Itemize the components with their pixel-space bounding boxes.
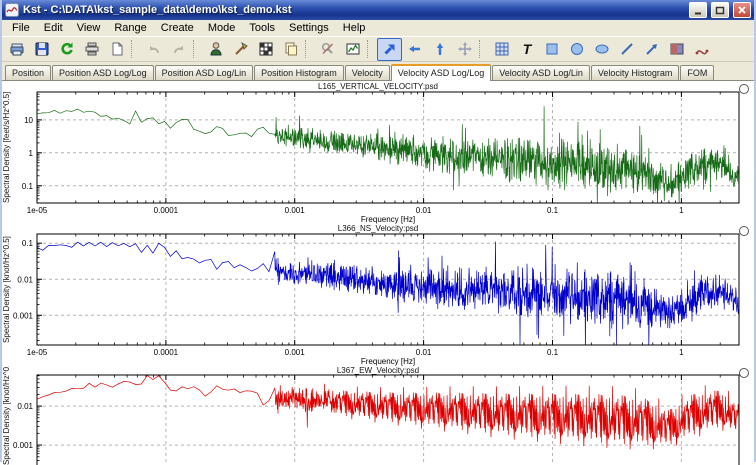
tab-velocity-histogram[interactable]: Velocity Histogram [590,65,680,80]
plot-focus-circle[interactable] [739,84,749,94]
svg-text:0.1: 0.1 [547,206,559,215]
new-document-icon[interactable] [104,38,129,61]
svg-text:1: 1 [29,149,34,158]
menu-item-mode[interactable]: Mode [201,21,243,35]
tab-bar: Position Position ASD Log/Log Position ASD… [2,62,754,81]
title-bar[interactable]: Kst - C:\DATA\kst_sample_data\demo\kst_d… [2,0,754,20]
svg-text:0.001: 0.001 [285,206,306,215]
tab-position[interactable]: Position [5,65,52,80]
plot-panel-2: L367_EW_Velocity:psd Spectral Density [kn… [2,366,754,465]
app-window: Kst - C:\DATA\kst_sample_data\demo\kst_d… [0,0,756,465]
svg-text:0.01: 0.01 [17,275,33,284]
plot-area: L165_VERTICAL_VELOCITY:psd Spectral Densi… [2,81,754,465]
svg-text:0.0001: 0.0001 [154,348,179,357]
save-icon[interactable] [29,38,54,61]
curve-icon[interactable] [689,38,714,61]
tab-position-asd-log-log[interactable]: Position ASD Log/Log [52,65,154,80]
svg-text:1: 1 [679,348,684,357]
ellipse-icon[interactable] [589,38,614,61]
menu-item-file[interactable]: File [5,21,37,35]
svg-text:10: 10 [24,116,33,125]
menu-item-tools[interactable]: Tools [242,21,282,35]
toolbar: T [2,36,754,62]
data-wizard-icon[interactable] [203,38,228,61]
menu-item-view[interactable]: View [70,21,108,35]
plot-title: L366_NS_Velocity:psd [337,224,419,233]
tab-position-histogram[interactable]: Position Histogram [254,65,344,80]
svg-text:0.01: 0.01 [416,206,432,215]
svg-text:1e-05: 1e-05 [27,348,48,357]
plot-focus-circle[interactable] [739,226,749,236]
svg-text:0.1: 0.1 [547,348,559,357]
svg-text:Frequency [Hz]: Frequency [Hz] [361,357,415,366]
close-button[interactable] [733,2,751,18]
copy-icon[interactable] [278,38,303,61]
toolbar-separator [367,40,375,58]
svg-text:0.1: 0.1 [22,239,34,248]
y-zoom-icon[interactable] [427,38,452,61]
toolbar-separator [305,40,313,58]
toolbar-separator [479,40,487,58]
plot-title: L165_VERTICAL_VELOCITY:psd [318,82,438,91]
plot-focus-circle[interactable] [739,368,749,378]
svg-text:0.01: 0.01 [17,402,33,411]
plot-panel-0: L165_VERTICAL_VELOCITY:psd Spectral Densi… [2,82,754,224]
svg-text:0.0001: 0.0001 [154,206,179,215]
menu-item-help[interactable]: Help [336,21,373,35]
plot-canvas[interactable]: 1e-05 0.0001 0.001 0.01 0.1 1 10 1 0.1 Frequency … [2,82,752,224]
move-icon[interactable] [452,38,477,61]
window-title: Kst - C:\DATA\kst_sample_data\demo\kst_d… [23,4,292,16]
zoom-off-icon[interactable] [315,38,340,61]
toolbar-separator [131,40,139,58]
menu-item-settings[interactable]: Settings [282,21,336,35]
redo-icon[interactable] [166,38,191,61]
menu-item-range[interactable]: Range [107,21,153,35]
menu-bar: File Edit View Range Create Mode Tools Settings… [2,20,754,36]
svg-text:T: T [522,41,532,57]
plot-canvas[interactable]: 1e-050.00010.0010.010.110.010.001 [2,366,752,465]
minimize-button[interactable] [689,2,707,18]
y-axis-label: Spectral Density [knot/Hz^0.5] [2,366,11,465]
svg-text:0.001: 0.001 [13,441,34,450]
undo-icon[interactable] [141,38,166,61]
plot-panel-1: L366_NS_Velocity:psd Spectral Density [kn… [2,224,754,366]
tab-velocity-asd-log-log[interactable]: Velocity ASD Log/Log [390,64,492,81]
svg-text:0.1: 0.1 [22,182,34,191]
svg-text:0.001: 0.001 [13,311,34,320]
layout-mode-icon[interactable] [340,38,365,61]
reload-icon[interactable] [54,38,79,61]
menu-item-edit[interactable]: Edit [37,21,70,35]
tab-position-asd-log-lin[interactable]: Position ASD Log/Lin [154,65,254,80]
grid-layout-icon[interactable] [489,38,514,61]
svg-text:Frequency [Hz]: Frequency [Hz] [361,215,415,224]
tab-velocity[interactable]: Velocity [344,65,390,80]
circle-icon[interactable] [564,38,589,61]
svg-text:1e-05: 1e-05 [27,206,48,215]
x-zoom-icon[interactable] [402,38,427,61]
text-icon[interactable]: T [514,38,539,61]
svg-text:0.01: 0.01 [416,348,432,357]
plot-title: L367_EW_Velocity:psd [336,366,420,375]
svg-text:1: 1 [679,206,684,215]
edit-tool-icon[interactable] [228,38,253,61]
svg-text:0.001: 0.001 [285,348,306,357]
app-icon [5,3,19,17]
xy-zoom-icon[interactable] [377,37,402,61]
toolbar-separator [193,40,201,58]
arrow-icon[interactable] [639,38,664,61]
menu-item-create[interactable]: Create [154,21,201,35]
tab-velocity-asd-log-lin[interactable]: Velocity ASD Log/Lin [492,65,590,80]
line-icon[interactable] [614,38,639,61]
y-axis-label: Spectral Density [knot/Hz^0.5] [2,236,11,343]
picture-icon[interactable] [664,38,689,61]
print-setup-icon[interactable] [79,38,104,61]
maximize-button[interactable] [711,2,729,18]
plot-canvas[interactable]: 1e-05 0.0001 0.001 0.01 0.1 1 0.1 0.01 0.001 Freq… [2,224,752,366]
y-axis-label: Spectral Density [feet/s/Hz^0.5] [2,91,11,203]
print-icon[interactable] [4,38,29,61]
rectangle-icon[interactable] [539,38,564,61]
tab-fom[interactable]: FOM [680,65,715,80]
data-manager-icon[interactable] [253,38,278,61]
